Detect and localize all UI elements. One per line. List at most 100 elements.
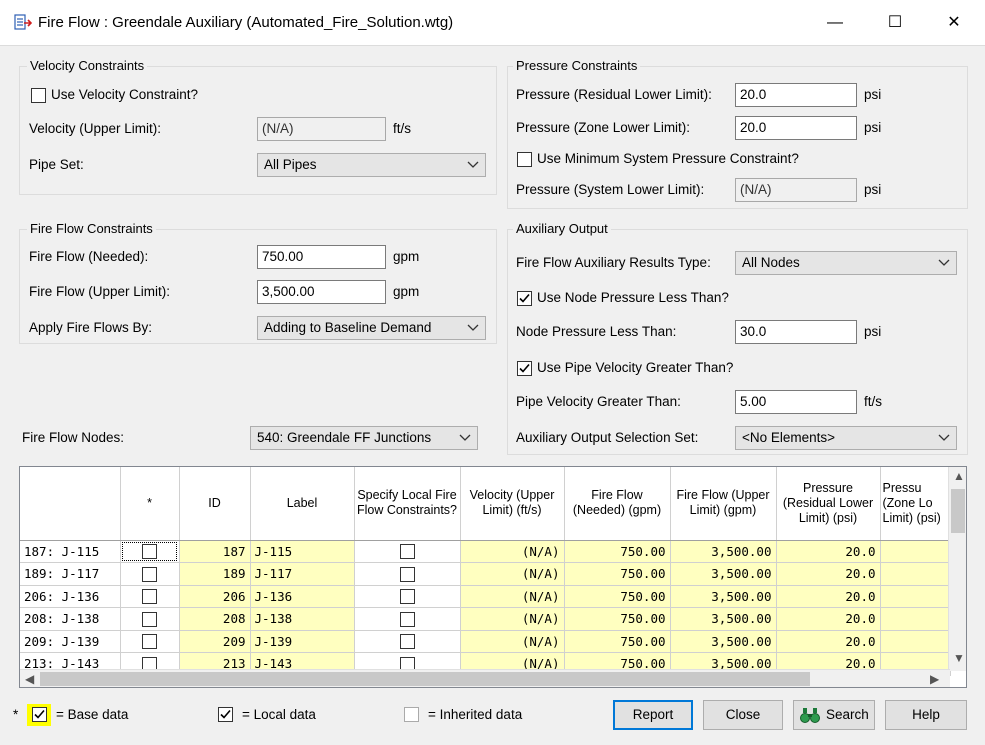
velocity-cell[interactable]: (N/A) <box>460 562 565 586</box>
cell-checkbox[interactable] <box>142 611 157 627</box>
scroll-left-icon[interactable]: ◀ <box>25 672 34 686</box>
column-header[interactable]: * <box>120 467 180 541</box>
column-header[interactable]: Pressu (Zone Lo Limit) (psi) <box>880 467 951 541</box>
vertical-scrollbar[interactable]: ▲ ▼ <box>948 467 966 671</box>
table-row[interactable]: 208: J-138 208 J-138 (N/A) 750.00 3,500.00 20.… <box>20 607 951 631</box>
cell-checkbox[interactable] <box>142 544 157 560</box>
residual-pressure-cell[interactable]: 20.0 <box>776 607 881 631</box>
search-button[interactable]: Search <box>793 700 875 730</box>
cell-checkbox[interactable] <box>142 589 157 605</box>
fire-flow-upper-limit-field[interactable]: 3,500.00 <box>257 280 386 304</box>
column-header[interactable]: Velocity (Upper Limit) (ft/s) <box>460 467 565 541</box>
fire-flow-upper-cell[interactable]: 3,500.00 <box>670 585 777 608</box>
base-data-cell[interactable] <box>120 540 180 563</box>
specify-local-cell[interactable] <box>354 540 461 563</box>
zone-pressure-cell[interactable] <box>880 630 951 653</box>
label-cell[interactable]: J-139 <box>250 630 355 653</box>
scroll-down-icon[interactable]: ▼ <box>953 651 965 665</box>
residual-lower-limit-field[interactable]: 20.0 <box>735 83 857 107</box>
horizontal-scrollbar[interactable]: ◀ ▶ <box>20 669 950 687</box>
zone-pressure-cell[interactable] <box>880 562 951 586</box>
label-cell[interactable]: J-117 <box>250 562 355 586</box>
fire-flow-upper-cell[interactable]: 3,500.00 <box>670 540 777 563</box>
zone-pressure-cell[interactable] <box>880 540 951 563</box>
fire-flow-needed-cell[interactable]: 750.00 <box>564 607 671 631</box>
report-button[interactable]: Report <box>613 700 693 730</box>
column-header[interactable]: Specify Local Fire Flow Constraints? <box>354 467 461 541</box>
minimize-button[interactable]: — <box>815 8 855 38</box>
maximize-button[interactable]: ☐ <box>875 8 915 38</box>
fire-flow-needed-field[interactable]: 750.00 <box>257 245 386 269</box>
cell-checkbox[interactable] <box>399 589 415 605</box>
row-header-cell[interactable]: 206: J-136 <box>20 585 121 608</box>
cell-checkbox[interactable] <box>399 566 415 582</box>
use-velocity-constraint-checkbox[interactable] <box>31 88 46 103</box>
id-cell[interactable]: 208 <box>179 607 251 631</box>
table-row[interactable]: 187: J-115 187 J-115 (N/A) 750.00 3,500.00 20.… <box>20 540 951 563</box>
column-header[interactable]: Pressure (Residual Lower Limit) (psi) <box>776 467 881 541</box>
base-data-cell[interactable] <box>120 562 180 586</box>
id-cell[interactable]: 187 <box>179 540 251 563</box>
table-row[interactable]: 189: J-117 189 J-117 (N/A) 750.00 3,500.00 20.… <box>20 562 951 586</box>
horizontal-scroll-thumb[interactable] <box>40 672 810 686</box>
use-min-system-pressure-checkbox[interactable] <box>517 152 532 167</box>
fire-flow-needed-cell[interactable]: 750.00 <box>564 630 671 653</box>
zone-pressure-cell[interactable] <box>880 607 951 631</box>
label-cell[interactable]: J-136 <box>250 585 355 608</box>
base-data-cell[interactable] <box>120 607 180 631</box>
fire-flow-needed-cell[interactable]: 750.00 <box>564 562 671 586</box>
scroll-right-icon[interactable]: ▶ <box>930 672 939 686</box>
help-button[interactable]: Help <box>885 700 967 730</box>
fire-flow-upper-cell[interactable]: 3,500.00 <box>670 607 777 631</box>
scroll-up-icon[interactable]: ▲ <box>953 469 965 483</box>
velocity-cell[interactable]: (N/A) <box>460 540 565 563</box>
base-data-cell[interactable] <box>120 630 180 653</box>
column-header[interactable]: Label <box>250 467 355 541</box>
zone-pressure-cell[interactable] <box>880 585 951 608</box>
id-cell[interactable]: 206 <box>179 585 251 608</box>
fire-flow-nodes-select[interactable]: 540: Greendale FF Junctions <box>250 426 478 450</box>
zone-lower-limit-field[interactable]: 20.0 <box>735 116 857 140</box>
label-cell[interactable]: J-138 <box>250 607 355 631</box>
row-header-cell[interactable]: 187: J-115 <box>20 540 121 563</box>
specify-local-cell[interactable] <box>354 585 461 608</box>
id-cell[interactable]: 209 <box>179 630 251 653</box>
fire-flow-upper-cell[interactable]: 3,500.00 <box>670 630 777 653</box>
fire-flow-nodes-grid[interactable]: * ID Label Specify Local Fire Flow Const… <box>19 466 967 688</box>
pipe-velocity-field[interactable]: 5.00 <box>735 390 857 414</box>
velocity-cell[interactable]: (N/A) <box>460 630 565 653</box>
table-row[interactable]: 206: J-136 206 J-136 (N/A) 750.00 3,500.00 20.… <box>20 585 951 608</box>
velocity-cell[interactable]: (N/A) <box>460 585 565 608</box>
fire-flow-upper-cell[interactable]: 3,500.00 <box>670 562 777 586</box>
row-header-cell[interactable]: 189: J-117 <box>20 562 121 586</box>
residual-pressure-cell[interactable]: 20.0 <box>776 630 881 653</box>
residual-pressure-cell[interactable]: 20.0 <box>776 585 881 608</box>
apply-fire-flows-select[interactable]: Adding to Baseline Demand <box>257 316 486 340</box>
fire-flow-needed-cell[interactable]: 750.00 <box>564 585 671 608</box>
fire-flow-needed-cell[interactable]: 750.00 <box>564 540 671 563</box>
column-header[interactable]: ID <box>179 467 251 541</box>
base-data-cell[interactable] <box>120 585 180 608</box>
close-window-button[interactable]: ✕ <box>934 8 974 38</box>
label-cell[interactable]: J-115 <box>250 540 355 563</box>
cell-checkbox[interactable] <box>399 611 415 627</box>
column-header[interactable]: Fire Flow (Needed) (gpm) <box>564 467 671 541</box>
row-header-cell[interactable]: 208: J-138 <box>20 607 121 631</box>
residual-pressure-cell[interactable]: 20.0 <box>776 562 881 586</box>
cell-checkbox[interactable] <box>142 634 157 650</box>
residual-pressure-cell[interactable]: 20.0 <box>776 540 881 563</box>
specify-local-cell[interactable] <box>354 607 461 631</box>
use-pipe-velocity-checkbox[interactable] <box>517 361 532 376</box>
specify-local-cell[interactable] <box>354 562 461 586</box>
selection-set-select[interactable]: <No Elements> <box>735 426 957 450</box>
column-header[interactable]: Fire Flow (Upper Limit) (gpm) <box>670 467 777 541</box>
table-row[interactable]: 209: J-139 209 J-139 (N/A) 750.00 3,500.00 20.… <box>20 630 951 653</box>
id-cell[interactable]: 189 <box>179 562 251 586</box>
specify-local-cell[interactable] <box>354 630 461 653</box>
results-type-select[interactable]: All Nodes <box>735 251 957 275</box>
velocity-cell[interactable]: (N/A) <box>460 607 565 631</box>
vertical-scroll-thumb[interactable] <box>951 489 965 533</box>
cell-checkbox[interactable] <box>399 634 415 650</box>
row-header-cell[interactable]: 209: J-139 <box>20 630 121 653</box>
close-button[interactable]: Close <box>703 700 783 730</box>
